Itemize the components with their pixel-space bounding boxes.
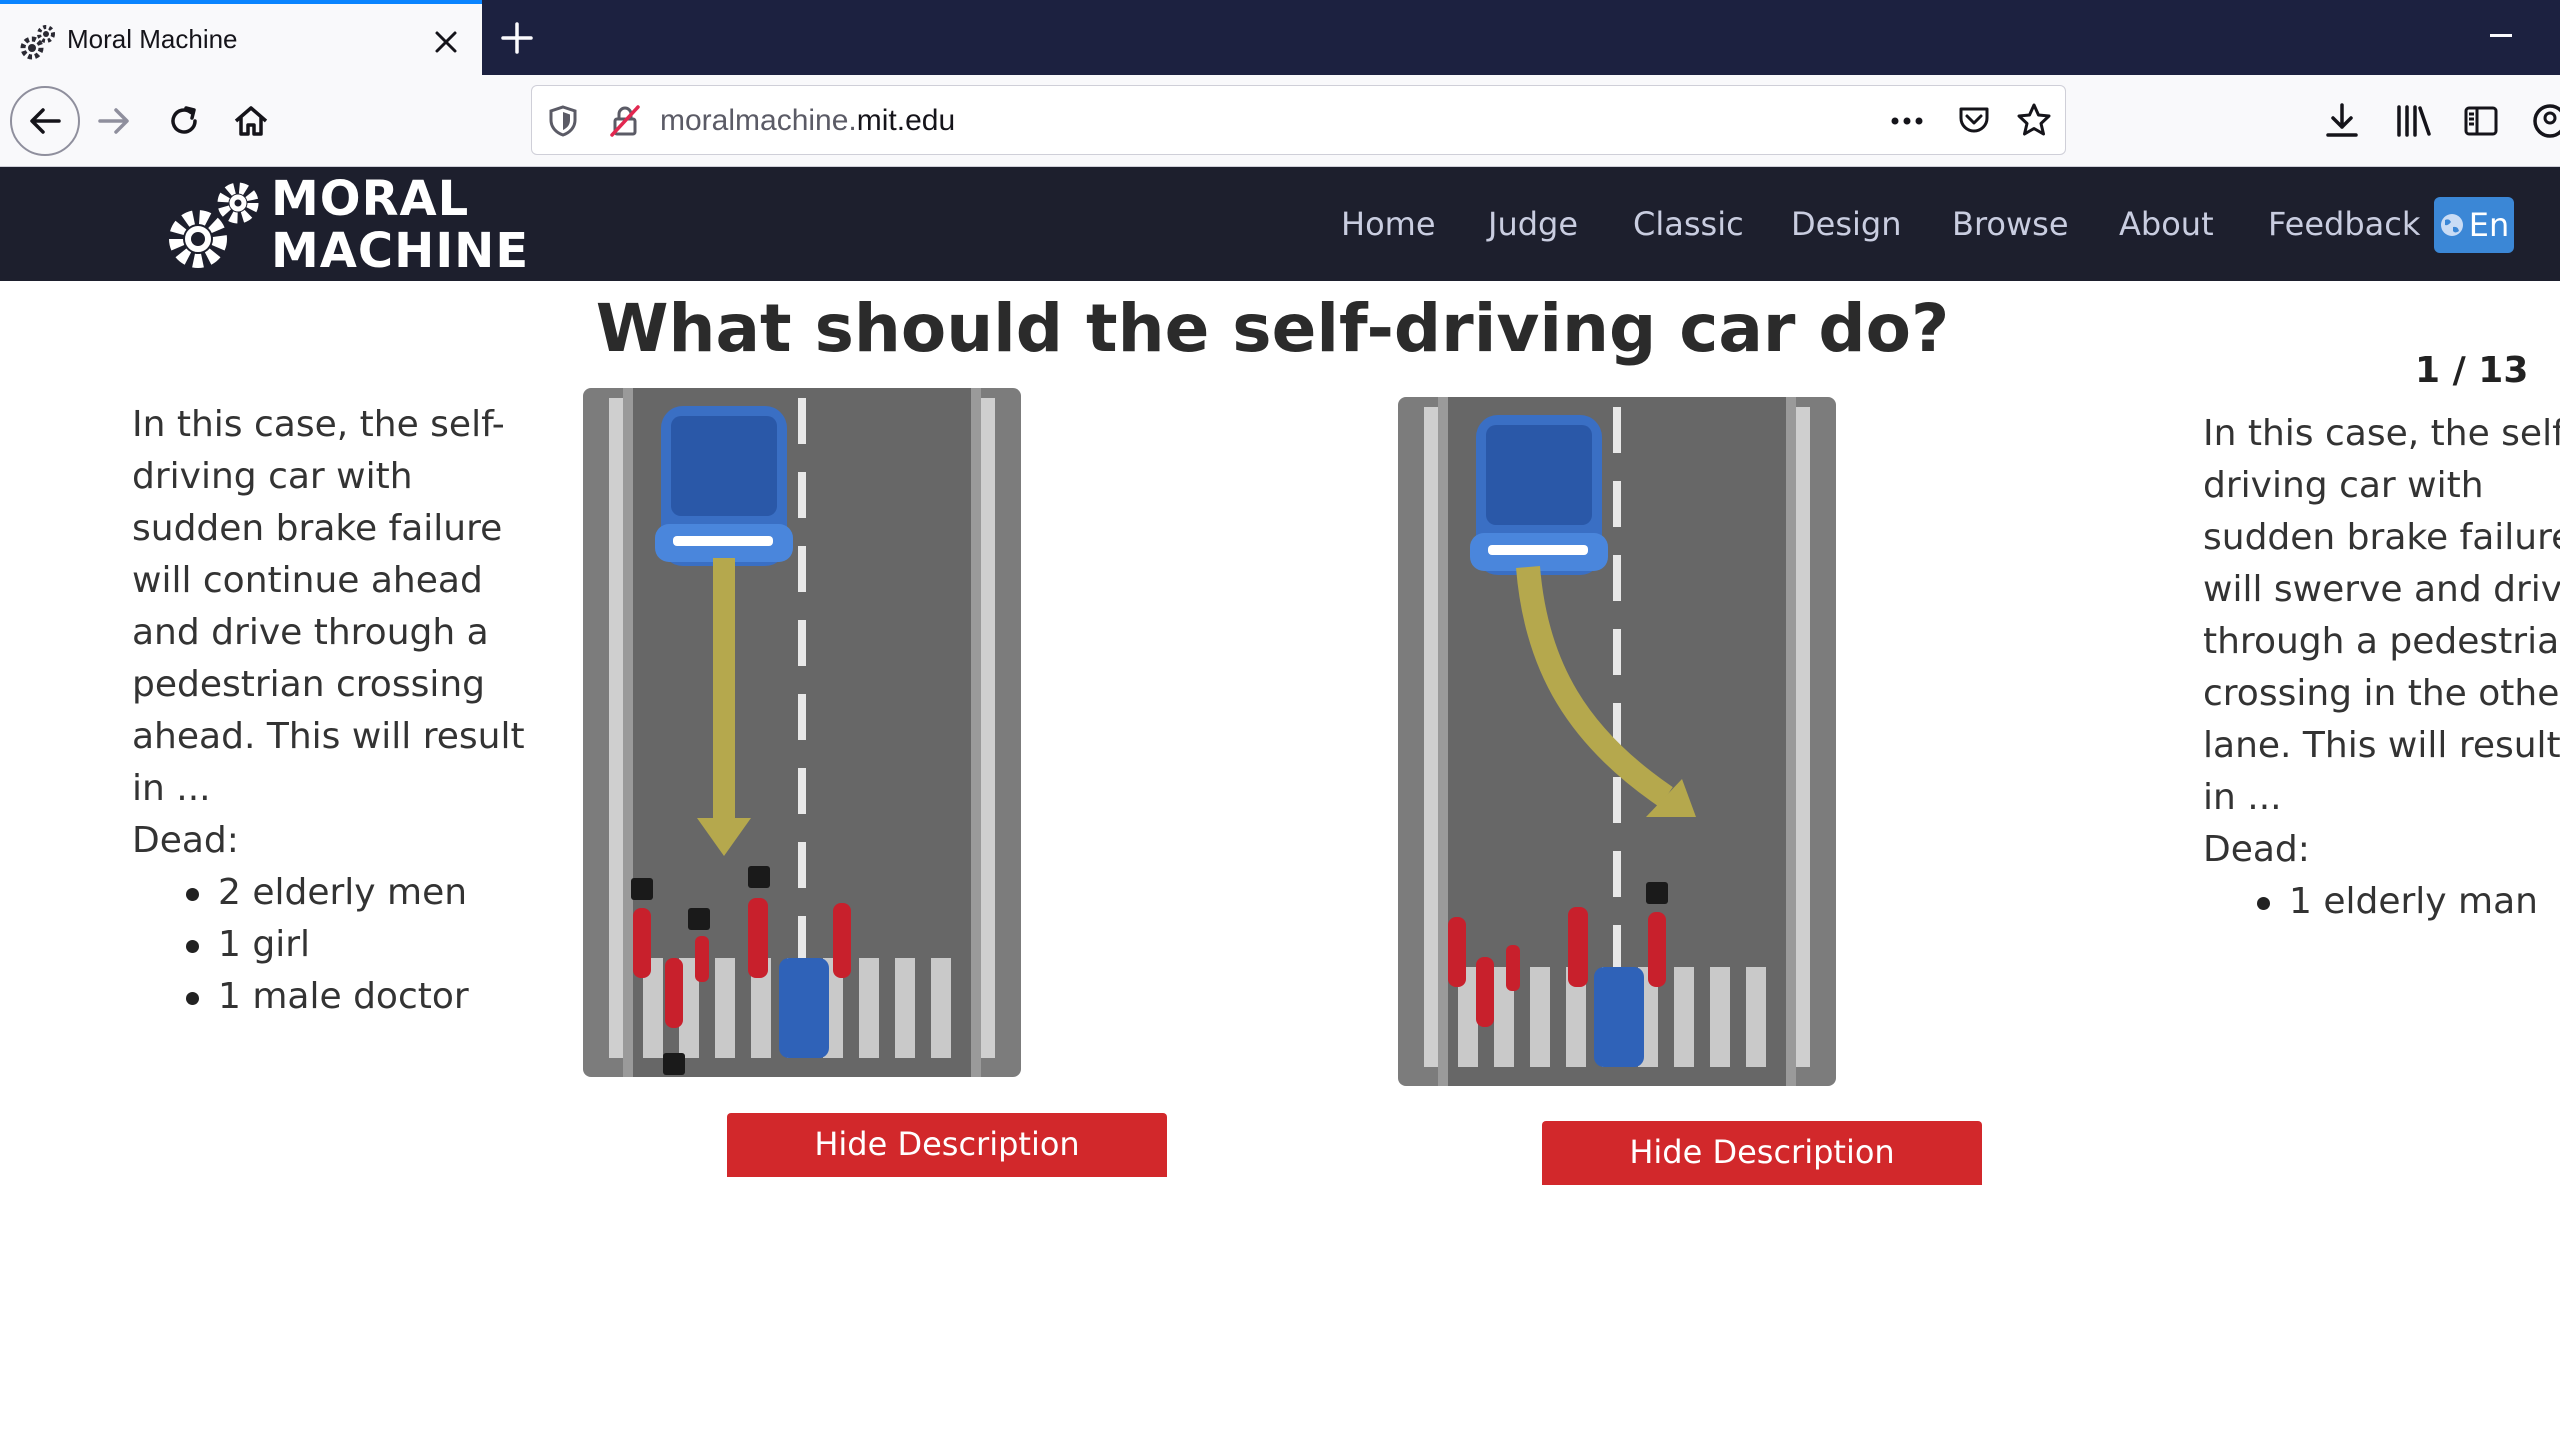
scenario-option-swerve[interactable]: [1398, 397, 1836, 1086]
logo-line-1: MORAL: [271, 171, 470, 227]
tab-title: Moral Machine: [67, 24, 238, 54]
forward-button[interactable]: [82, 89, 146, 153]
sidebar-icon[interactable]: [2461, 101, 2501, 141]
list-item: 1 elderly man: [2257, 876, 2560, 928]
minimize-button[interactable]: [2490, 34, 2512, 37]
left-dead-label: Dead:: [132, 820, 239, 861]
reload-button[interactable]: [152, 89, 216, 153]
forward-arrow-icon: [98, 108, 129, 134]
url-bar[interactable]: moralmachine.mit.edu: [531, 85, 2066, 155]
moral-machine-logo-icon[interactable]: [160, 177, 270, 277]
nav-browse[interactable]: Browse: [1952, 205, 2069, 243]
language-button[interactable]: En: [2434, 197, 2514, 253]
pedestrian-signal-icon: [779, 958, 829, 1058]
page-title: What should the self-driving car do?: [595, 290, 1950, 367]
home-icon: [234, 106, 268, 136]
globe-icon: [2440, 214, 2463, 236]
nav-design[interactable]: Design: [1791, 205, 1901, 243]
hide-description-button-right[interactable]: Hide Description: [1542, 1121, 1982, 1185]
left-barrier-icon: [1424, 397, 1448, 1086]
left-description-text: In this case, the self-driving car with …: [132, 404, 525, 809]
left-barrier-icon: [609, 388, 633, 1077]
nav-classic[interactable]: Classic: [1633, 205, 1744, 243]
right-dead-list: 1 elderly man: [2257, 876, 2560, 928]
insecure-lock-icon[interactable]: [608, 104, 642, 138]
download-icon[interactable]: [2322, 101, 2362, 141]
library-icon[interactable]: [2393, 101, 2433, 141]
right-barrier-icon: [971, 388, 995, 1077]
back-arrow-icon: [30, 108, 61, 134]
reload-icon: [171, 106, 197, 134]
scenario-option-straight[interactable]: [583, 388, 1021, 1077]
browser-tabstrip: Moral Machine: [0, 0, 2560, 75]
nav-judge[interactable]: Judge: [1488, 205, 1578, 243]
pocket-icon[interactable]: [1956, 102, 1992, 138]
close-icon[interactable]: [428, 24, 464, 60]
home-button[interactable]: [219, 89, 283, 153]
right-description: In this case, the self-driving car with …: [2203, 408, 2560, 928]
shield-icon[interactable]: [546, 104, 580, 138]
right-description-text: In this case, the self-driving car with …: [2203, 413, 2560, 818]
site-header: MORAL MACHINE Home Judge Classic Design …: [0, 167, 2560, 281]
back-button[interactable]: [10, 86, 80, 156]
skull-icon: [1646, 882, 1668, 904]
car-icon: [655, 406, 793, 566]
scenario-counter: 1 / 13: [2415, 350, 2529, 391]
list-item: 1 male doctor: [186, 971, 532, 1023]
nav-home[interactable]: Home: [1341, 205, 1436, 243]
url-text[interactable]: moralmachine.mit.edu: [660, 104, 955, 138]
site-logo-text[interactable]: MORAL MACHINE: [271, 173, 529, 277]
more-icon[interactable]: [1887, 104, 1927, 138]
url-prefix: moralmachine.: [660, 104, 857, 137]
hide-description-button-left[interactable]: Hide Description: [727, 1113, 1167, 1177]
left-description: In this case, the self-driving car with …: [132, 399, 532, 1023]
logo-line-2: MACHINE: [271, 223, 530, 279]
pedestrian-signal-icon: [1594, 967, 1644, 1067]
browser-tab[interactable]: Moral Machine: [0, 0, 482, 75]
browser-toolbar: moralmachine.mit.edu: [0, 75, 2560, 167]
language-label: En: [2468, 206, 2510, 244]
list-item: 2 elderly men: [186, 867, 532, 919]
list-item: 1 girl: [186, 919, 532, 971]
left-dead-list: 2 elderly men 1 girl 1 male doctor: [186, 867, 532, 1023]
nav-about[interactable]: About: [2119, 205, 2214, 243]
account-icon[interactable]: [2530, 101, 2560, 141]
right-barrier-icon: [1786, 397, 1810, 1086]
nav-feedback[interactable]: Feedback: [2268, 205, 2420, 243]
star-icon[interactable]: [2016, 102, 2052, 138]
favicon-gears-icon: [20, 25, 55, 60]
right-dead-label: Dead:: [2203, 829, 2310, 870]
plus-icon[interactable]: [497, 18, 537, 58]
url-domain: mit.edu: [856, 104, 956, 137]
car-icon: [1470, 415, 1608, 575]
